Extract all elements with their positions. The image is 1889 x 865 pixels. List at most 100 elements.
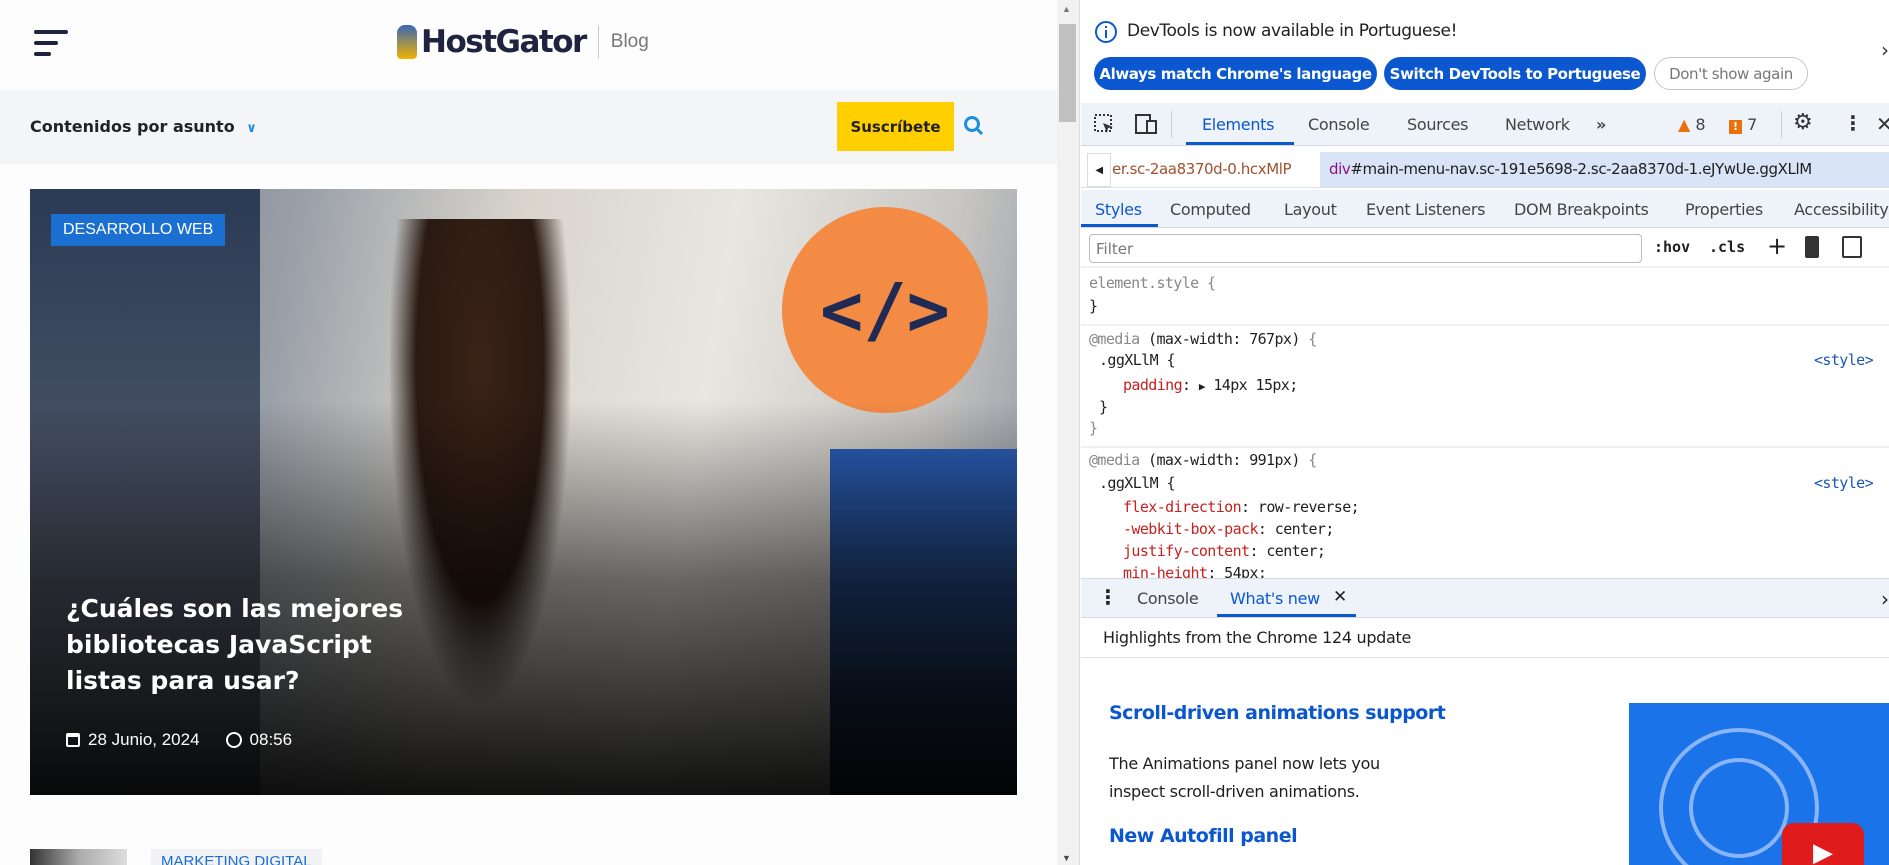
breadcrumb-scroll-left-icon[interactable]: ◀	[1087, 153, 1111, 187]
css-property: -webkit-box-pack	[1123, 520, 1259, 538]
chevron-down-icon: ∨	[246, 121, 257, 136]
search-icon[interactable]	[963, 115, 985, 137]
media-query-991: @media (max-width: 991px) {	[1089, 451, 1317, 469]
active-tab-indicator	[1186, 142, 1294, 145]
style-source-link[interactable]: <style>	[1814, 351, 1874, 369]
inspect-element-icon[interactable]	[1093, 113, 1117, 137]
element-style-rule[interactable]: element.style {	[1089, 274, 1216, 292]
warnings-counter[interactable]: ▲ 8	[1678, 115, 1706, 134]
hov-toggle[interactable]: :hov	[1654, 238, 1690, 256]
subtab-styles[interactable]: Styles	[1095, 200, 1142, 219]
drawer-tabbar: ⋮ Console What's new ✕ ›	[1081, 578, 1889, 618]
youtube-play-icon[interactable]: ▶	[1782, 823, 1864, 865]
scrollbar-thumb[interactable]	[1059, 24, 1076, 122]
hamburger-menu-button[interactable]	[34, 30, 70, 63]
switch-to-portuguese-button[interactable]: Switch DevTools to Portuguese	[1384, 57, 1646, 90]
site-logo[interactable]: HostGator Blog	[397, 24, 649, 60]
clock-icon	[225, 732, 242, 748]
divider	[1081, 446, 1889, 448]
topics-dropdown[interactable]: Contenidos por asunto ∨	[30, 117, 257, 136]
media-query-767: @media (max-width: 767px) {	[1089, 330, 1317, 348]
toolbar-divider	[1171, 111, 1172, 138]
css-value: center;	[1266, 520, 1335, 538]
post-meta: 28 Junio, 2024 08:56	[66, 730, 292, 750]
styles-filter-input[interactable]: Filter	[1089, 234, 1642, 263]
issues-counter[interactable]: ! 7	[1729, 115, 1757, 134]
subtab-event-listeners[interactable]: Event Listeners	[1366, 200, 1485, 219]
css-declaration-webkit-box-pack[interactable]: -webkit-box-pack: center;	[1123, 520, 1334, 538]
subtab-dom-breakpoints[interactable]: DOM Breakpoints	[1514, 200, 1649, 219]
logo-divider	[597, 25, 599, 59]
css-value: 14px 15px;	[1213, 376, 1298, 394]
breadcrumb-selector: #main-menu-nav.sc-191e5698-2.sc-2aa8370d…	[1350, 160, 1812, 178]
divider	[1081, 657, 1889, 658]
page-scrollbar[interactable]: ▲ ▼	[1057, 0, 1080, 865]
scroll-up-arrow-icon[interactable]: ▲	[1062, 4, 1071, 14]
css-declaration-flex-direction[interactable]: flex-direction: row-reverse;	[1123, 498, 1360, 516]
issue-icon: !	[1729, 120, 1742, 134]
style-source-link[interactable]: <style>	[1814, 474, 1874, 492]
breadcrumb-parent[interactable]: er.sc-2aa8370d-0.hcxMlP	[1112, 160, 1292, 178]
css-property: justify-content	[1123, 542, 1250, 560]
more-tabs-icon[interactable]: »	[1596, 115, 1606, 134]
breadcrumb-current[interactable]: div#main-menu-nav.sc-191e5698-2.sc-2aa83…	[1320, 152, 1889, 187]
tab-network[interactable]: Network	[1505, 115, 1570, 134]
more-options-icon[interactable]: ⋮	[1843, 111, 1863, 135]
css-declaration-padding[interactable]: padding: ▶ 14px 15px;	[1123, 376, 1298, 394]
tab-sources[interactable]: Sources	[1407, 115, 1469, 134]
divider	[1081, 266, 1889, 268]
post-thumbnail[interactable]	[30, 849, 127, 865]
new-style-rule-icon[interactable]: +	[1767, 232, 1787, 260]
dom-breadcrumb: ◀ er.sc-2aa8370d-0.hcxMlP div#main-menu-…	[1081, 152, 1889, 188]
paint-brush-icon[interactable]	[1805, 236, 1819, 258]
drawer-menu-icon[interactable]: ⋮	[1098, 585, 1118, 609]
dont-show-again-button[interactable]: Don't show again	[1654, 57, 1808, 90]
infobar-message: DevTools is now available in Portuguese!	[1127, 21, 1458, 41]
rule-selector[interactable]: .ggXLlM {	[1099, 351, 1175, 369]
settings-gear-icon[interactable]: ⚙	[1793, 110, 1813, 135]
whats-new-heading: Highlights from the Chrome 124 update	[1103, 628, 1412, 647]
expand-triangle-icon[interactable]: ▶	[1199, 380, 1206, 393]
drawer-tab-console[interactable]: Console	[1137, 589, 1199, 608]
devtools-main-toolbar: Elements Console Sources Network » ▲ 8 !…	[1081, 103, 1889, 146]
topics-label: Contenidos por asunto	[30, 117, 235, 136]
warning-icon: ▲	[1678, 115, 1691, 134]
cls-toggle[interactable]: .cls	[1709, 238, 1745, 256]
scroll-down-arrow-icon[interactable]: ▼	[1062, 853, 1071, 863]
tab-console[interactable]: Console	[1308, 115, 1370, 134]
toggle-sidebar-icon[interactable]	[1842, 236, 1862, 258]
device-toolbar-icon[interactable]	[1133, 113, 1159, 137]
subtab-computed[interactable]: Computed	[1170, 200, 1251, 219]
category-badge[interactable]: DESARROLLO WEB	[51, 214, 226, 246]
close-tab-icon[interactable]: ✕	[1333, 587, 1347, 607]
infobar-close-icon[interactable]: ›	[1881, 38, 1889, 62]
calendar-icon	[66, 733, 80, 747]
close-devtools-icon[interactable]: ✕	[1876, 112, 1889, 136]
media-condition: (max-width: 991px)	[1139, 451, 1309, 469]
css-declaration-justify-content[interactable]: justify-content: center;	[1123, 542, 1326, 560]
subscribe-button[interactable]: Suscríbete	[837, 102, 954, 151]
css-property: flex-direction	[1123, 498, 1242, 516]
brace: {	[1308, 330, 1317, 348]
whats-new-video-thumbnail[interactable]: ▶	[1629, 703, 1889, 865]
subtab-properties[interactable]: Properties	[1685, 200, 1763, 219]
category-badge-next[interactable]: MARKETING DIGITAL	[151, 849, 322, 865]
webpage-viewport: HostGator Blog Contenidos por asunto ∨ S…	[0, 0, 1057, 865]
subtab-accessibility[interactable]: Accessibility	[1794, 200, 1889, 219]
at-media: @media	[1089, 451, 1140, 469]
warnings-count: 8	[1695, 115, 1706, 134]
feature-title-scroll-animations[interactable]: Scroll-driven animations support	[1109, 702, 1446, 724]
subtab-layout[interactable]: Layout	[1284, 200, 1337, 219]
rule-close: }	[1089, 297, 1098, 315]
always-match-language-button[interactable]: Always match Chrome's language	[1094, 57, 1377, 90]
rule-selector[interactable]: .ggXLlM {	[1099, 474, 1175, 492]
drawer-close-icon[interactable]: ›	[1881, 587, 1889, 611]
tab-elements[interactable]: Elements	[1202, 115, 1274, 134]
feature-title-autofill[interactable]: New Autofill panel	[1109, 825, 1298, 847]
at-media: @media	[1089, 330, 1140, 348]
css-value: row-reverse;	[1249, 498, 1360, 516]
post-title[interactable]: ¿Cuáles son las mejores bibliotecas Java…	[66, 591, 426, 699]
chrome-inner-ring	[1689, 758, 1789, 858]
featured-post-card[interactable]: </> DESARROLLO WEB ¿Cuáles son las mejor…	[30, 189, 1017, 795]
drawer-tab-whats-new[interactable]: What's new	[1230, 589, 1320, 608]
